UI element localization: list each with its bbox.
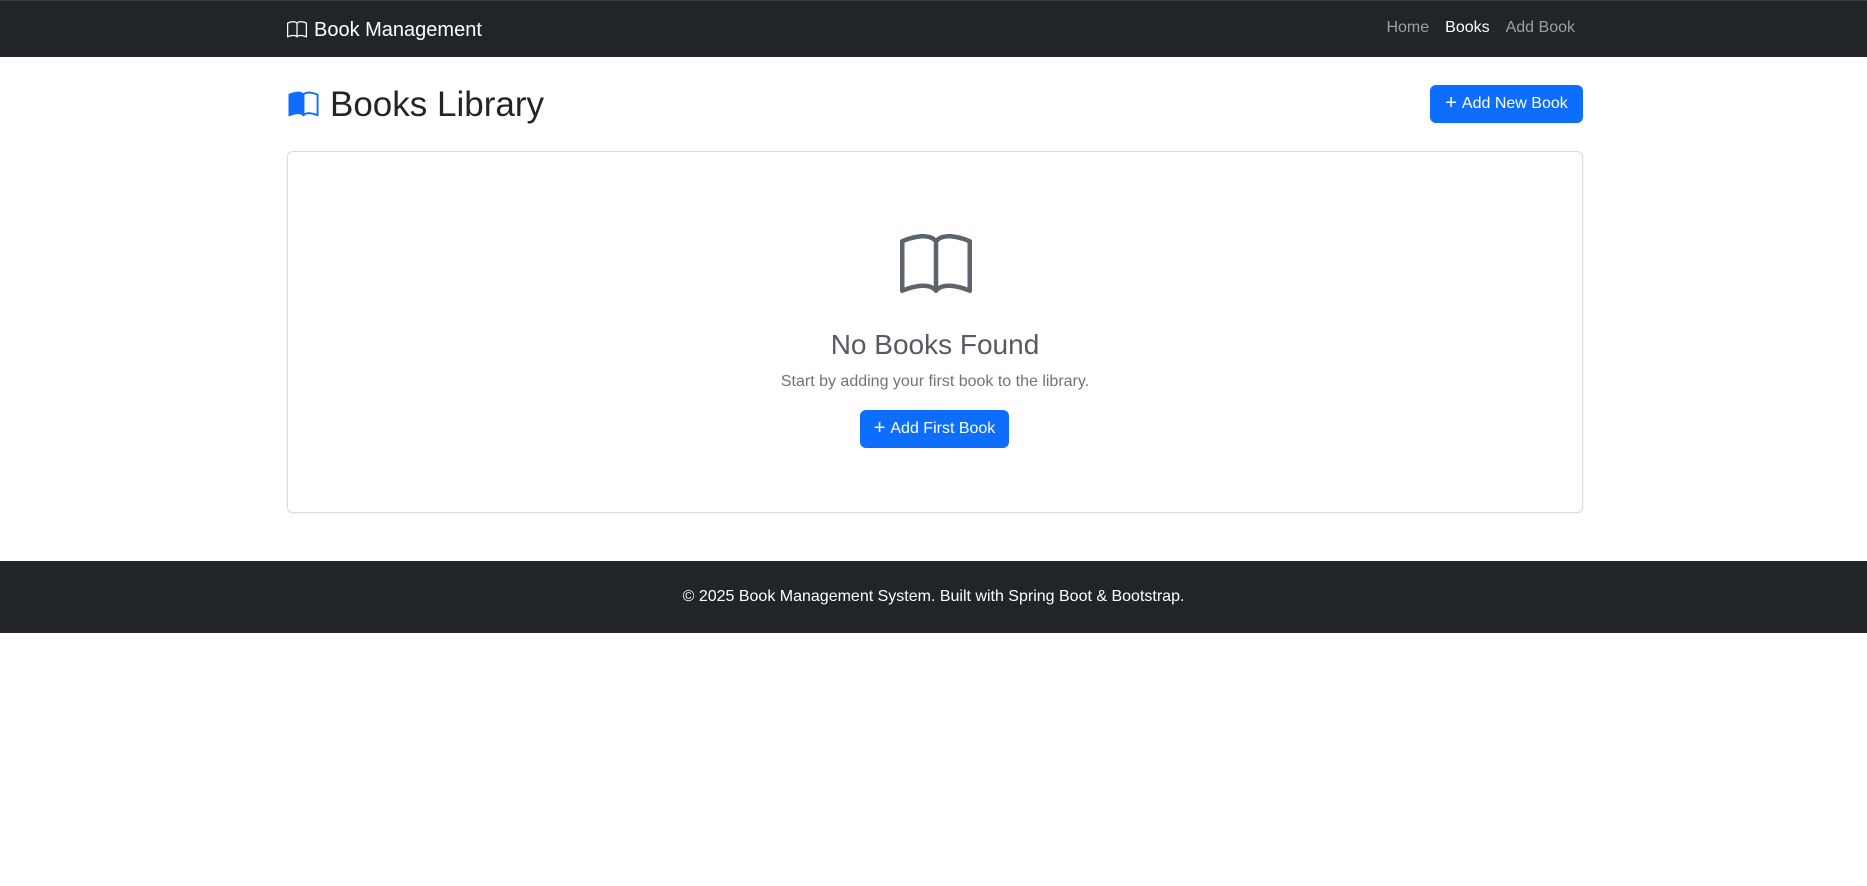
book-icon [286,20,308,40]
nav-link-add-book[interactable]: Add Book [1506,19,1575,37]
add-first-book-label: Add First Book [890,420,996,437]
nav-links: Home Books Add Book [1386,19,1575,37]
top-navbar: Book Management Home Books Add Book [0,0,1867,57]
navbar-brand[interactable]: Book Management [286,17,482,43]
empty-state-card: No Books Found Start by adding your firs… [287,151,1583,513]
footer-text: © 2025 Book Management System. Built wit… [682,588,1185,605]
book-open-icon [287,90,320,120]
add-first-book-button[interactable]: + Add First Book [860,410,1009,448]
empty-state-title: No Books Found [830,329,1040,360]
nav-link-books[interactable]: Books [1445,19,1489,37]
empty-state-message: Start by adding your first book to the l… [780,373,1090,390]
footer: © 2025 Book Management System. Built wit… [0,561,1867,633]
add-new-book-label: Add New Book [1461,95,1568,112]
brand-label: Book Management [314,18,482,41]
page-header: Books Library [287,84,544,126]
nav-link-home[interactable]: Home [1386,19,1429,37]
book-icon [894,230,978,302]
plus-icon: + [1445,92,1457,114]
page-title: Books Library [330,85,544,124]
plus-icon: + [873,417,886,439]
add-new-book-button[interactable]: + Add New Book [1430,85,1583,123]
